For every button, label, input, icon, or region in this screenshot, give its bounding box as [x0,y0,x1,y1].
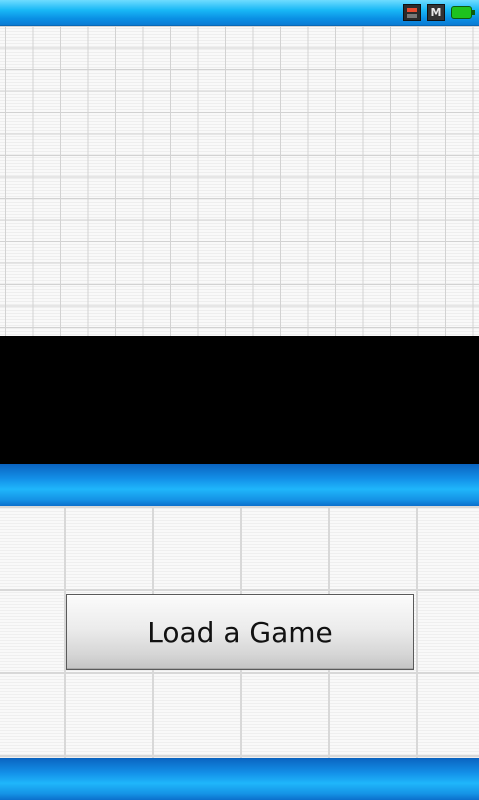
bottom-blue-bar [0,758,479,800]
black-panel [0,336,479,464]
m-icon: M [427,4,445,21]
status-icons: M [403,4,475,21]
blue-divider-bar [0,464,479,506]
sd-card-icon [403,4,421,21]
top-grid-panel [0,26,479,336]
battery-icon [451,6,475,19]
status-bar: M [0,0,479,26]
load-game-button[interactable]: Load a Game [66,594,414,670]
